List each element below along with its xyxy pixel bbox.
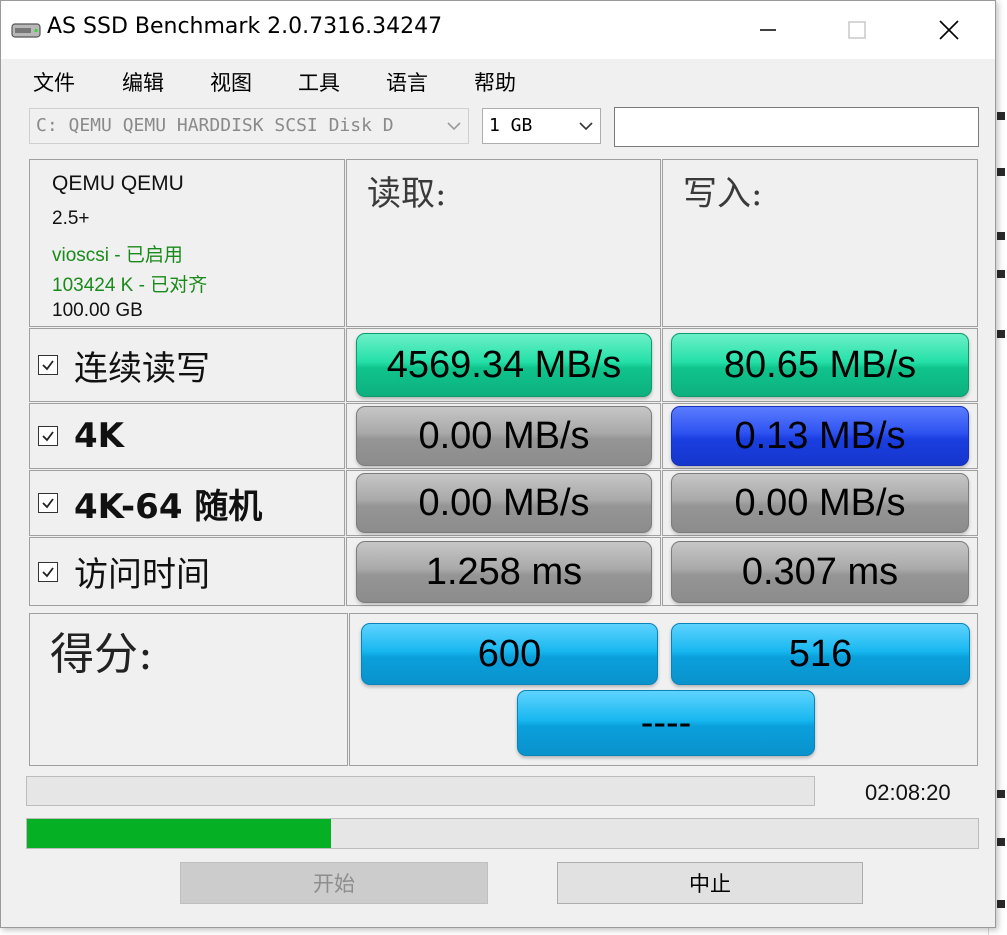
chevron-down-icon: [447, 122, 461, 131]
seq-read-result: 4569.34 MB/s: [356, 333, 652, 397]
result-cell: 80.65 MB/s: [662, 328, 978, 402]
menu-tools[interactable]: 工具: [298, 67, 340, 97]
checkbox-seq[interactable]: [38, 355, 58, 375]
drive-model: QEMU QEMU: [52, 172, 184, 195]
result-cell: 0.00 MB/s: [662, 470, 978, 536]
drive-firmware: 2.5+: [52, 208, 90, 229]
4k64-write-result: 0.00 MB/s: [671, 473, 969, 533]
disk-select-value: C: QEMU QEMU HARDDISK SCSI Disk D: [36, 115, 394, 136]
score-label-cell: 得分:: [29, 613, 348, 766]
row-label-access: 访问时间: [29, 537, 345, 606]
close-button[interactable]: [903, 1, 995, 59]
row-label-4k64: 4K-64 随机: [29, 470, 345, 536]
drive-info-panel: QEMU QEMU 2.5+ vioscsi - 已启用 103424 K - …: [29, 159, 345, 327]
seq-write-result: 80.65 MB/s: [671, 333, 969, 397]
menu-help[interactable]: 帮助: [474, 67, 516, 97]
drive-capacity: 100.00 GB: [52, 300, 143, 321]
row-label-text: 访问时间: [74, 555, 210, 595]
size-select[interactable]: 1 GB: [482, 108, 601, 144]
read-score: 600: [361, 623, 658, 685]
app-drive-icon: [11, 23, 41, 38]
menu-edit[interactable]: 编辑: [122, 67, 164, 97]
4k-write-result: 0.13 MB/s: [671, 406, 969, 466]
elapsed-time: 02:08:20: [865, 780, 951, 805]
access-write-result: 0.307 ms: [671, 541, 969, 603]
maximize-icon: [848, 21, 866, 39]
score-label: 得分:: [50, 629, 153, 680]
read-header-label: 读取:: [367, 174, 447, 214]
result-cell: 1.258 ms: [346, 537, 661, 606]
write-score: 516: [671, 623, 970, 685]
total-score: ----: [517, 690, 815, 756]
drive-alignment-status: 103424 K - 已对齐: [52, 275, 208, 296]
disk-select[interactable]: C: QEMU QEMU HARDDISK SCSI Disk D: [29, 108, 469, 144]
result-cell: 0.00 MB/s: [346, 470, 661, 536]
main-progress-bar: [26, 818, 979, 849]
checkbox-access-time[interactable]: [38, 561, 58, 582]
write-header-label: 写入:: [683, 174, 763, 214]
name-field[interactable]: [614, 107, 979, 147]
row-label-text: 4K-64 随机: [74, 486, 263, 527]
start-button[interactable]: 开始: [180, 862, 488, 904]
menu-view[interactable]: 视图: [210, 67, 252, 97]
title-bar[interactable]: AS SSD Benchmark 2.0.7316.34247: [1, 1, 995, 59]
main-progress-fill: [27, 819, 332, 848]
menu-bar: 文件 编辑 视图 工具 语言 帮助: [1, 59, 995, 103]
4k64-read-result: 0.00 MB/s: [356, 473, 652, 533]
check-icon: [42, 360, 54, 371]
row-label-4k: 4K: [29, 403, 345, 469]
menu-language[interactable]: 语言: [386, 67, 428, 97]
minimize-icon: [760, 29, 776, 31]
checkbox-4k64[interactable]: [38, 493, 58, 513]
check-icon: [42, 431, 54, 442]
write-column-header: 写入:: [662, 159, 978, 327]
drive-driver-status: vioscsi - 已启用: [52, 245, 183, 266]
access-read-result: 1.258 ms: [356, 541, 652, 603]
window-title: AS SSD Benchmark 2.0.7316.34247: [47, 14, 443, 39]
row-label-text: 4K: [74, 416, 125, 456]
result-cell: 0.00 MB/s: [346, 403, 661, 469]
row-label-seq: 连续读写: [29, 328, 345, 402]
maximize-button[interactable]: [811, 1, 903, 59]
app-window: AS SSD Benchmark 2.0.7316.34247 文件 编辑 视图…: [0, 0, 996, 928]
close-icon: [939, 20, 959, 40]
4k-read-result: 0.00 MB/s: [356, 406, 652, 466]
stop-button[interactable]: 中止: [557, 862, 863, 904]
result-cell: 0.13 MB/s: [662, 403, 978, 469]
size-select-value: 1 GB: [489, 115, 533, 136]
result-cell: 4569.34 MB/s: [346, 328, 661, 402]
secondary-progress-bar: [26, 776, 815, 806]
result-cell: 0.307 ms: [662, 537, 978, 606]
checkbox-4k[interactable]: [38, 426, 58, 446]
chevron-down-icon: [579, 122, 593, 131]
read-column-header: 读取:: [346, 159, 661, 327]
score-values-cell: 600 516 ----: [349, 613, 978, 766]
menu-file[interactable]: 文件: [33, 67, 75, 97]
check-icon: [42, 566, 54, 577]
row-label-text: 连续读写: [74, 348, 210, 389]
minimize-button[interactable]: [722, 1, 814, 59]
check-icon: [42, 498, 54, 509]
